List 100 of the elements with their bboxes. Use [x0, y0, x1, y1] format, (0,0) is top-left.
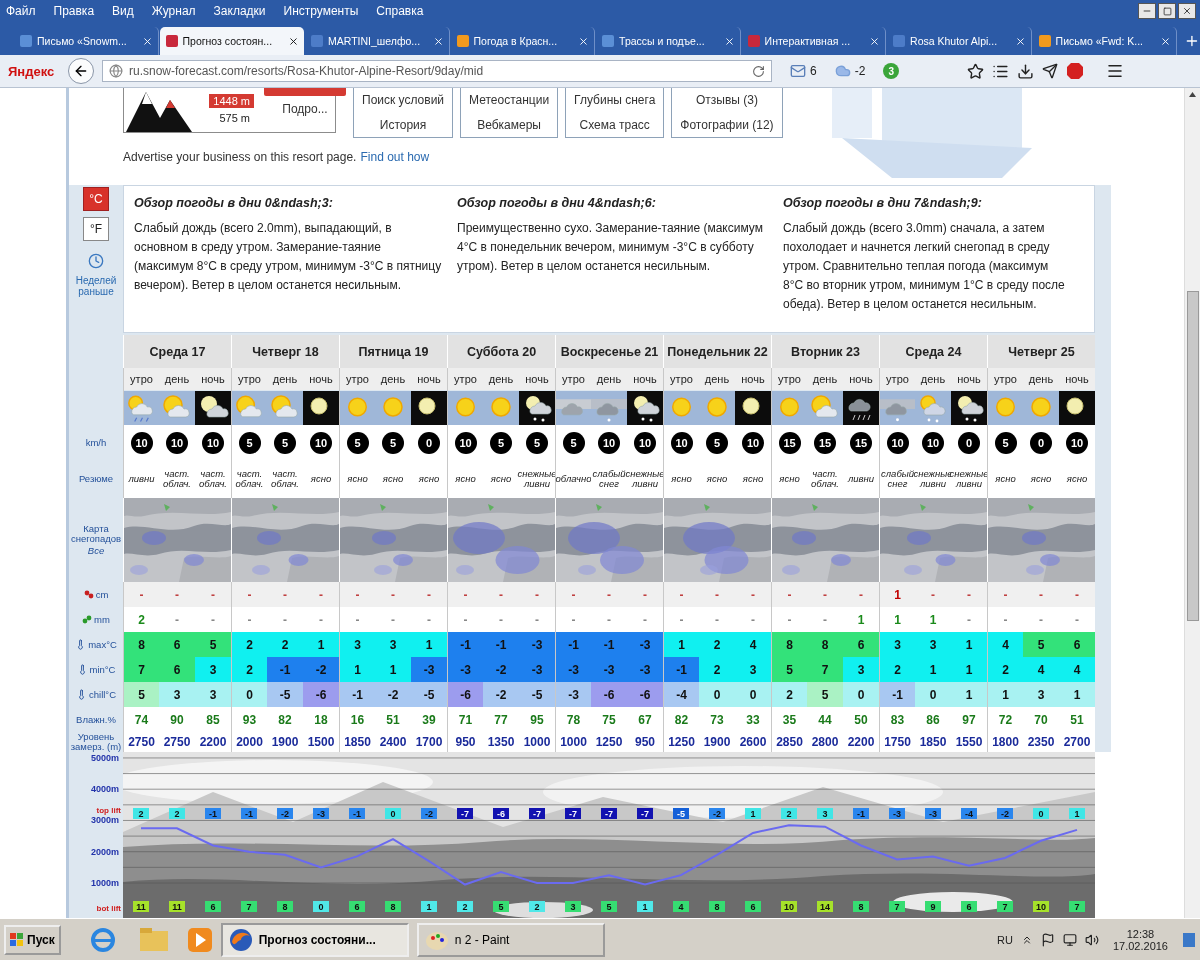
rain-amount: - — [751, 612, 755, 627]
unit-toggle[interactable]: °C — [83, 187, 109, 211]
close-tab-icon[interactable] — [723, 35, 735, 47]
bottom-lift-temperature: 8 — [385, 901, 401, 912]
language-indicator[interactable]: RU — [997, 933, 1013, 946]
humidity: 50 — [854, 712, 868, 727]
top-elevation: 1448 m — [209, 94, 254, 108]
flag-icon[interactable] — [1040, 932, 1055, 947]
clock-icon[interactable] — [88, 253, 104, 269]
nav-link[interactable]: Вебкамеры — [477, 117, 541, 132]
bottom-lift-temperature: 2 — [457, 901, 473, 912]
nav-link[interactable]: Глубины снега — [574, 93, 656, 108]
menu-item[interactable]: Правка — [53, 4, 95, 18]
wind-chill: -1 — [892, 687, 903, 702]
humidity: 77 — [494, 712, 508, 727]
humidity: 86 — [926, 712, 940, 727]
close-tab-icon[interactable] — [288, 35, 300, 47]
restore-button[interactable] — [1158, 3, 1176, 19]
wind-speed: 10 — [634, 431, 656, 454]
top-lift-temperature: -1 — [241, 808, 257, 819]
network-icon[interactable] — [1062, 932, 1077, 947]
menu-item[interactable]: Справка — [376, 4, 424, 18]
nav-link[interactable]: Фотографии (12) — [680, 117, 774, 132]
weather-summary: ясно — [490, 474, 512, 484]
wind-speed: 10 — [670, 431, 693, 454]
nav-link[interactable]: Схема трасс — [579, 117, 650, 132]
menu-item[interactable]: Инструменты — [283, 4, 359, 18]
row-label: cm — [95, 589, 109, 600]
top-lift-temperature: 0 — [1033, 808, 1049, 819]
top-lift-temperature: 0 — [385, 808, 401, 819]
freezing-level: 1000 — [523, 735, 551, 749]
snow-amount: - — [787, 587, 792, 602]
taskbar-button[interactable]: Прогноз состояни... — [220, 922, 409, 957]
sun-icon — [448, 390, 483, 425]
close-tab-icon[interactable] — [1014, 35, 1026, 47]
wind-speed: 10 — [886, 431, 909, 454]
more-link[interactable]: Подро... — [282, 102, 328, 116]
menu-item[interactable]: Журнал — [151, 4, 196, 18]
rain-amount: - — [1039, 612, 1043, 627]
freezing-level: 1900 — [271, 735, 299, 749]
address-field[interactable]: ru.snow-forecast.com/resorts/Rosa-Khutor-Alpine-Resort/9day/mid — [102, 60, 772, 82]
close-tab-icon[interactable] — [141, 35, 153, 47]
row-label: chill°C — [89, 689, 116, 700]
period-label: утро — [130, 373, 153, 385]
close-tab-icon[interactable] — [1160, 35, 1172, 47]
wind-chill: 2 — [786, 687, 793, 702]
wind-speed: 15 — [850, 431, 872, 454]
unit-toggle[interactable]: °F — [83, 217, 109, 241]
nav-link[interactable]: История — [379, 117, 427, 132]
reload-icon[interactable] — [752, 64, 765, 78]
max-temperature: 8 — [821, 637, 829, 652]
period-label: ночь — [1065, 373, 1089, 385]
send-icon[interactable] — [1042, 63, 1059, 79]
nav-link[interactable]: Поиск условий — [362, 93, 445, 108]
weather-summary: ливни — [847, 474, 875, 484]
taskbar-button[interactable]: n 2 - Paint — [416, 922, 605, 957]
rain-amount: - — [823, 612, 827, 627]
start-button[interactable]: Пуск — [4, 924, 61, 955]
menu-icon[interactable] — [1106, 62, 1125, 80]
wind-chill: 1 — [965, 687, 973, 702]
close-button[interactable] — [1178, 3, 1196, 19]
nav-link[interactable]: Отзывы (3) — [695, 93, 758, 108]
advert-link[interactable]: Find out how — [360, 150, 430, 164]
menu-item[interactable]: Вид — [112, 4, 134, 18]
min-temperature: 3 — [209, 662, 217, 677]
max-temperature: 8 — [138, 637, 145, 652]
freezing-level: 1850 — [919, 735, 947, 749]
back-button[interactable] — [68, 58, 94, 84]
humidity: 85 — [206, 712, 220, 727]
bookmark-star-icon[interactable] — [967, 62, 985, 80]
wind-chill: 0 — [929, 687, 937, 702]
freezing-level: 1250 — [668, 735, 695, 749]
new-tab-icon[interactable] — [1184, 33, 1200, 49]
browser-tab[interactable]: Прогноз состоян... — [159, 27, 305, 55]
all-maps-link[interactable]: Все — [87, 546, 105, 556]
volume-icon[interactable] — [1084, 932, 1099, 947]
minimize-button[interactable] — [1138, 3, 1156, 19]
period-label: ночь — [849, 373, 873, 385]
close-tab-icon[interactable] — [432, 35, 444, 47]
earlier-link[interactable]: Неделей раньше — [73, 275, 119, 297]
nav-link[interactable]: Метеостанции — [469, 93, 550, 108]
menu-item[interactable]: Файл — [6, 4, 36, 18]
freezing-level: 2800 — [811, 735, 839, 749]
rain-amount: - — [643, 612, 647, 627]
clock[interactable]: 12:38 17.02.2016 — [1112, 927, 1168, 952]
page-icon — [601, 34, 616, 48]
close-tab-icon[interactable] — [578, 35, 590, 47]
wind-chill: -6 — [315, 687, 327, 702]
wind-speed: 10 — [202, 431, 224, 454]
period-label: утро — [346, 373, 369, 385]
sun-icon — [1023, 390, 1059, 425]
humidity: 35 — [782, 712, 797, 727]
mail-icon[interactable] — [790, 63, 806, 79]
max-temperature: 5 — [209, 637, 217, 652]
close-tab-icon[interactable] — [869, 35, 881, 47]
download-icon[interactable] — [1017, 62, 1035, 80]
period-label: день — [380, 373, 406, 385]
snow-amount: - — [139, 587, 144, 602]
menu-item[interactable]: Закладки — [213, 4, 266, 18]
stop-sign-icon[interactable] — [1066, 62, 1085, 80]
